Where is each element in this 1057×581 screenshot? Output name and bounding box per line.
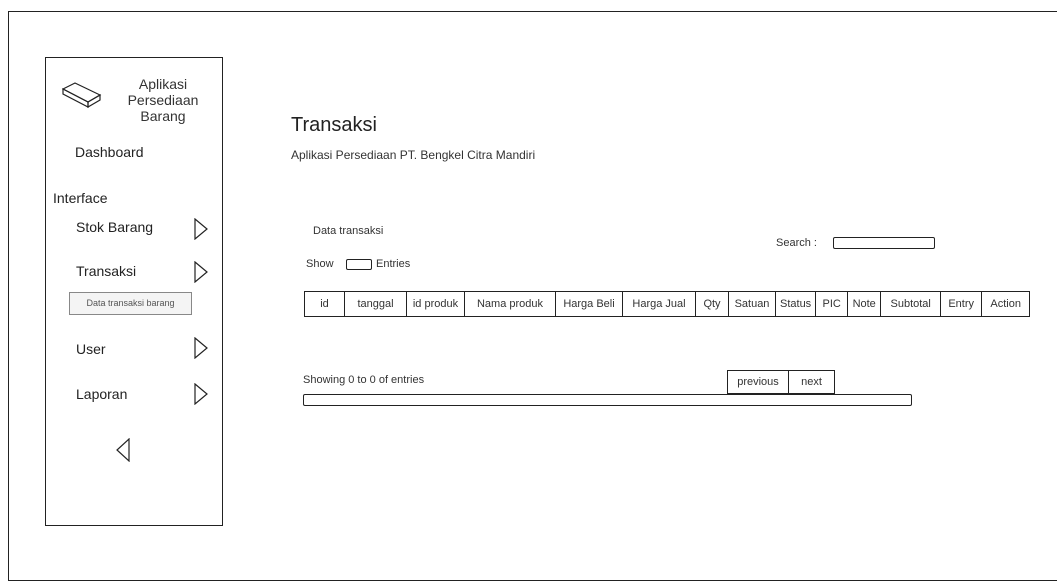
- panel-heading: Data transaksi: [313, 225, 384, 237]
- column-header-subtotal[interactable]: Subtotal: [880, 291, 942, 317]
- column-header-note[interactable]: Note: [847, 291, 882, 317]
- search-label: Search :: [776, 237, 817, 249]
- column-header-id[interactable]: id: [304, 291, 345, 317]
- chevron-left-icon[interactable]: [116, 438, 130, 462]
- sidebar-item-transaksi[interactable]: Transaksi: [76, 263, 136, 279]
- sidebar-section-interface: Interface: [53, 190, 108, 206]
- column-header-tanggal[interactable]: tanggal: [344, 291, 407, 317]
- box-icon: [62, 82, 102, 108]
- column-header-entry[interactable]: Entry: [940, 291, 983, 317]
- column-header-satuan[interactable]: Satuan: [728, 291, 776, 317]
- column-header-nama-produk[interactable]: Nama produk: [464, 291, 556, 317]
- table-header-row: id tanggal id produk Nama produk Harga B…: [304, 291, 1031, 317]
- chevron-right-icon[interactable]: [194, 261, 208, 283]
- entries-select[interactable]: [346, 259, 372, 270]
- app-name: Aplikasi Persediaan Barang: [127, 76, 199, 124]
- page-subtitle: Aplikasi Persediaan PT. Bengkel Citra Ma…: [291, 148, 536, 162]
- submenu-data-transaksi-barang[interactable]: Data transaksi barang: [69, 292, 192, 315]
- column-header-harga-beli[interactable]: Harga Beli: [555, 291, 623, 317]
- column-header-action[interactable]: Action: [981, 291, 1031, 317]
- show-label: Show: [306, 258, 334, 270]
- column-header-id-produk[interactable]: id produk: [406, 291, 465, 317]
- transactions-table: id tanggal id produk Nama produk Harga B…: [304, 291, 1031, 317]
- search-input[interactable]: [833, 237, 935, 249]
- column-header-harga-jual[interactable]: Harga Jual: [622, 291, 696, 317]
- chevron-right-icon[interactable]: [194, 383, 208, 405]
- chevron-right-icon[interactable]: [194, 337, 208, 359]
- page-title: Transaksi: [291, 114, 377, 136]
- column-header-pic[interactable]: PIC: [815, 291, 849, 317]
- table-info: Showing 0 to 0 of entries: [303, 374, 425, 386]
- next-button[interactable]: next: [789, 370, 835, 394]
- sidebar-item-laporan[interactable]: Laporan: [76, 386, 127, 402]
- previous-button[interactable]: previous: [727, 370, 789, 394]
- sidebar-item-dashboard[interactable]: Dashboard: [75, 144, 144, 160]
- sidebar-item-stok-barang[interactable]: Stok Barang: [76, 219, 153, 235]
- horizontal-scrollbar[interactable]: [303, 394, 912, 406]
- column-header-status[interactable]: Status: [774, 291, 817, 317]
- column-header-qty[interactable]: Qty: [695, 291, 729, 317]
- chevron-right-icon[interactable]: [194, 218, 208, 240]
- pagination: previous next: [727, 370, 835, 394]
- sidebar-item-user[interactable]: User: [76, 341, 106, 357]
- entries-label: Entries: [376, 258, 411, 270]
